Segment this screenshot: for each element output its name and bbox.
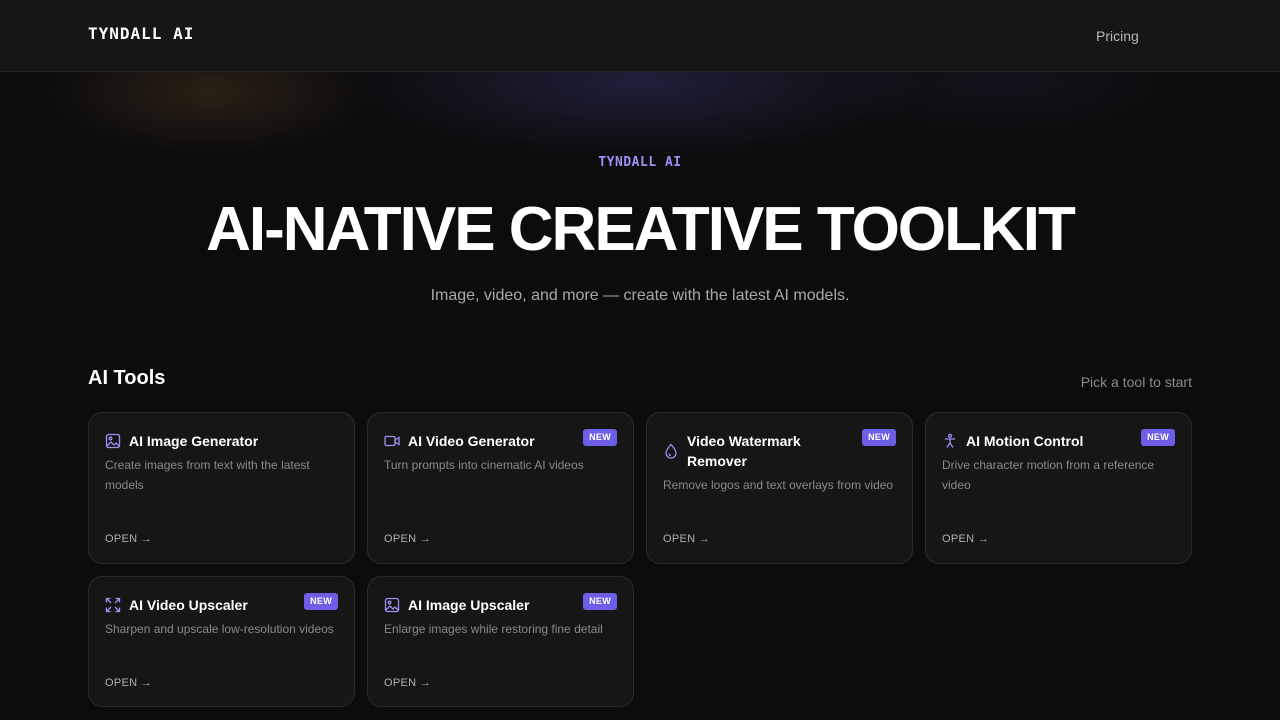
- open-link[interactable]: OPEN →: [384, 533, 431, 545]
- image-icon: [384, 597, 400, 613]
- new-badge: NEW: [862, 429, 896, 446]
- card-title: AI Video Generator: [408, 433, 535, 449]
- card-title: AI Image Generator: [129, 433, 259, 449]
- open-link[interactable]: OPEN →: [384, 677, 431, 689]
- top-bar: TYNDALL AI Pricing: [0, 0, 1280, 72]
- new-badge: NEW: [304, 593, 338, 610]
- card-description: Sharpen and upscale low-resolution video…: [105, 622, 334, 636]
- open-link[interactable]: OPEN →: [663, 533, 710, 545]
- tool-card-image-upscaler[interactable]: AI Image Upscaler NEW Enlarge images whi…: [367, 576, 634, 707]
- open-link[interactable]: OPEN →: [105, 533, 152, 545]
- nav-pricing-link[interactable]: Pricing: [1096, 28, 1139, 44]
- expand-icon: [105, 597, 121, 613]
- card-title: AI Motion Control: [966, 433, 1084, 449]
- card-description: Remove logos and text overlays from vide…: [663, 478, 894, 492]
- hero-title: AI-NATIVE CREATIVE TOOLKIT: [206, 195, 1076, 264]
- section-title: AI Tools: [88, 367, 166, 389]
- hero-subtitle: Image, video, and more — create with the…: [430, 287, 850, 304]
- tool-card-video-generator[interactable]: AI Video Generator NEW Turn prompts into…: [367, 412, 634, 564]
- tool-card-video-upscaler[interactable]: AI Video Upscaler NEW Sharpen and upscal…: [88, 576, 355, 707]
- hero-eyebrow: TYNDALL AI: [598, 155, 682, 170]
- new-badge: NEW: [1141, 429, 1175, 446]
- new-badge: NEW: [583, 429, 617, 446]
- card-description: Drive character motion from a reference …: [942, 458, 1155, 492]
- open-link[interactable]: OPEN →: [105, 677, 152, 689]
- tool-card-motion-control[interactable]: AI Motion Control NEW Drive character mo…: [925, 412, 1192, 564]
- new-badge: NEW: [583, 593, 617, 610]
- card-title: AI Image Upscaler: [408, 597, 530, 613]
- tool-card-watermark-remover[interactable]: Video Watermark Remover NEW Remove logos…: [646, 412, 913, 564]
- card-description: Turn prompts into cinematic AI videos: [384, 458, 584, 472]
- tool-card-image-generator[interactable]: AI Image Generator Create images from te…: [88, 412, 355, 564]
- section-hint: Pick a tool to start: [1080, 374, 1192, 390]
- card-title: Video Watermark Remover: [687, 433, 801, 469]
- video-icon: [384, 433, 400, 449]
- droplet-icon: [663, 443, 679, 459]
- logo[interactable]: TYNDALL AI: [88, 24, 194, 43]
- person-icon: [942, 433, 958, 449]
- card-description: Enlarge images while restoring fine deta…: [384, 622, 603, 636]
- open-link[interactable]: OPEN →: [942, 533, 989, 545]
- image-icon: [105, 433, 121, 449]
- card-title: AI Video Upscaler: [129, 597, 248, 613]
- card-description: Create images from text with the latest …: [105, 458, 310, 492]
